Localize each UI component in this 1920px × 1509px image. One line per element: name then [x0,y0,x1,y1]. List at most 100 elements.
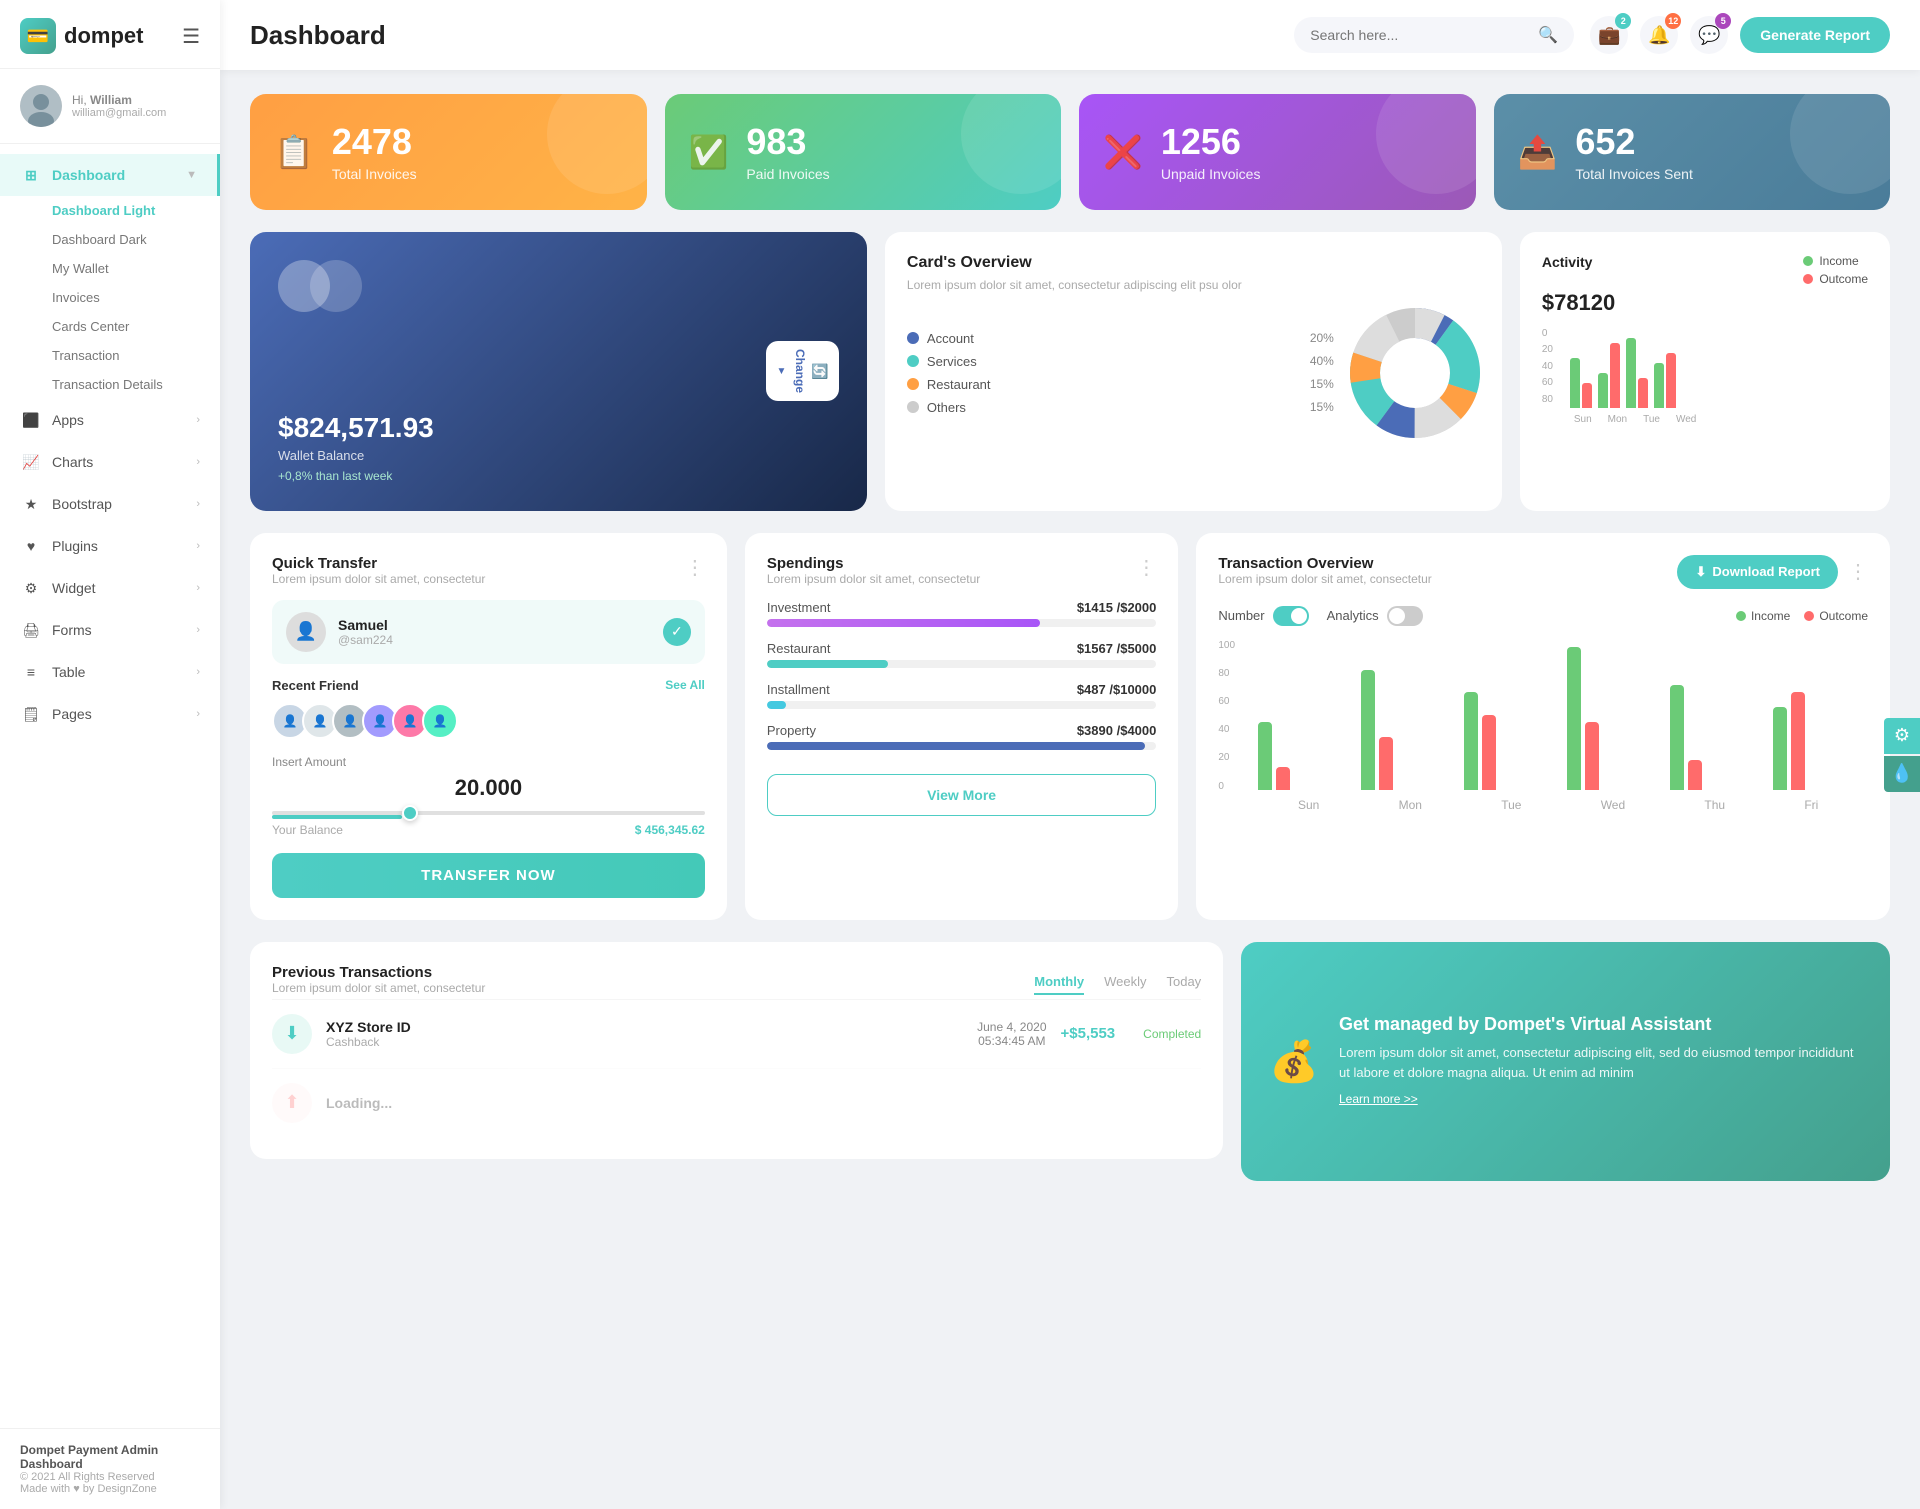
nav-item-bootstrap[interactable]: ★ Bootstrap › [0,483,220,525]
legend-dot-account [907,332,919,344]
chat-icon-btn[interactable]: 💬 5 [1690,16,1728,54]
tx-row-icon: ⬇ [272,1014,312,1054]
paid-icon: ✅ [689,133,729,171]
nav-item-dashboard[interactable]: ⊞ Dashboard ▼ [0,154,220,196]
stat-info-unpaid: 1256 Unpaid Invoices [1161,122,1261,182]
tx-row-icon-2: ⬆ [272,1083,312,1123]
spending-restaurant: Restaurant $1567 /$5000 [767,641,1157,668]
apps-icon: ⬛ [20,409,42,431]
nav-sub-invoices[interactable]: Invoices [0,283,220,312]
see-all-link[interactable]: See All [665,678,705,692]
nav-sub-transaction[interactable]: Transaction [0,341,220,370]
legend-account: Account 20% [907,331,1334,346]
download-report-button[interactable]: ⬇ Download Report [1677,555,1838,589]
avatar [20,85,62,127]
legend-others: Others 15% [907,400,1334,415]
toggle-number: Number [1218,606,1308,626]
income-bar-tx-wed [1567,647,1581,790]
stat-label-sent: Total Invoices Sent [1575,166,1693,182]
spendings-title: Spendings [767,555,980,572]
tab-today[interactable]: Today [1166,974,1201,995]
wallet-icon-btn[interactable]: 💼 2 [1590,16,1628,54]
friend-avatar-6: 👤 [422,703,458,739]
settings-right-icon[interactable]: ⚙ [1884,718,1920,754]
search-box[interactable]: 🔍 [1294,17,1574,53]
chevron-right-icon7: › [196,666,200,678]
outcome-bar-tx-mon [1379,737,1393,790]
search-input[interactable] [1310,27,1530,43]
insert-amount-label: Insert Amount [272,755,705,769]
quick-transfer-menu-icon[interactable]: ⋮ [685,555,705,580]
view-more-button[interactable]: View More [767,774,1157,816]
nav-sub-dashboard-dark[interactable]: Dashboard Dark [0,225,220,254]
wallet-change-button[interactable]: 🔄 Change ▼ [766,341,839,401]
nav-item-charts[interactable]: 📈 Charts › [0,441,220,483]
header: Dashboard 🔍 💼 2 🔔 12 💬 5 Generate Report [220,0,1920,70]
activity-card: Activity Income Outcome $78120 [1520,232,1890,511]
spending-property: Property $3890 /$4000 [767,723,1157,750]
table-row: ⬇ XYZ Store ID Cashback June 4, 2020 05:… [272,999,1201,1068]
activity-header: Activity Income Outcome [1542,254,1868,286]
spendings-menu-icon[interactable]: ⋮ [1136,555,1156,580]
legend-services: Services 40% [907,354,1334,369]
nav-label-plugins: Plugins [52,538,186,554]
nav-item-widget[interactable]: ⚙ Widget › [0,567,220,609]
nav-item-apps[interactable]: ⬛ Apps › [0,399,220,441]
pie-chart [1350,308,1480,438]
user-info: Hi, William william@gmail.com [72,93,166,119]
nav-item-plugins[interactable]: ♥ Plugins › [0,525,220,567]
wallet-badge: 2 [1615,13,1631,29]
spending-property-bar [767,742,1157,750]
transfer-now-button[interactable]: TRANSFER NOW [272,853,705,898]
sidebar-user: Hi, William william@gmail.com [0,69,220,144]
income-legend: Income [1803,254,1868,268]
bell-icon-btn[interactable]: 🔔 12 [1640,16,1678,54]
tx-row-info-2: Loading... [326,1095,1201,1111]
recent-friend-label: Recent Friend [272,678,359,693]
spendings-header: Spendings Lorem ipsum dolor sit amet, co… [767,555,1157,600]
nav-sub-transaction-details[interactable]: Transaction Details [0,370,220,399]
nav-sub-dashboard-light[interactable]: Dashboard Light [0,196,220,225]
spending-restaurant-bar [767,660,1157,668]
spending-property-header: Property $3890 /$4000 [767,723,1157,738]
stat-number-total: 2478 [332,122,417,162]
number-toggle[interactable] [1273,606,1309,626]
nav-item-table[interactable]: ≡ Table › [0,651,220,693]
prev-tx-tabs: Monthly Weekly Today [1034,974,1201,995]
bell-badge: 12 [1665,13,1681,29]
va-learn-more-link[interactable]: Learn more >> [1339,1092,1418,1106]
outcome-dot [1803,274,1813,284]
spending-installment-fill [767,701,786,709]
y-axis-labels: 806040200 [1542,328,1566,405]
pages-icon: 🗒 [20,703,42,725]
theme-right-icon[interactable]: 💧 [1884,756,1920,792]
amount-slider[interactable] [272,811,705,819]
income-bar-wed [1654,363,1664,408]
balance-label: Your Balance [272,823,343,837]
virtual-assistant-card: 💰 Get managed by Dompet's Virtual Assist… [1241,942,1890,1181]
tab-weekly[interactable]: Weekly [1104,974,1146,995]
generate-report-button[interactable]: Generate Report [1740,17,1890,53]
tx-menu-icon[interactable]: ⋮ [1848,559,1868,584]
nav-sub-cards-center[interactable]: Cards Center [0,312,220,341]
nav-sub-my-wallet[interactable]: My Wallet [0,254,220,283]
tx-x-labels: SunMonTueWedThuFri [1248,798,1868,812]
tx-chart-wrap: 020406080100 [1218,640,1868,812]
slider-thumb[interactable] [402,805,418,821]
star-icon: ★ [20,493,42,515]
pie-row: Account 20% Services 40% Restaurant 15% [907,308,1480,438]
tx-overview-desc: Lorem ipsum dolor sit amet, consectetur [1218,572,1431,586]
stat-number-sent: 652 [1575,122,1693,162]
analytics-toggle[interactable] [1387,606,1423,626]
tx-row-type: Cashback [326,1035,963,1049]
income-bar-tx-sun [1258,722,1272,790]
tx-y-labels: 020406080100 [1218,640,1246,792]
outcome-bar-tue [1638,378,1648,408]
hamburger-icon[interactable]: ☰ [182,24,200,49]
nav-item-pages[interactable]: 🗒 Pages › [0,693,220,735]
stat-card-paid: ✅ 983 Paid Invoices [665,94,1062,210]
transfer-amount-display: 20.000 [272,775,705,801]
nav-item-forms[interactable]: 🖨 Forms › [0,609,220,651]
tab-monthly[interactable]: Monthly [1034,974,1084,995]
stat-number-unpaid: 1256 [1161,122,1261,162]
